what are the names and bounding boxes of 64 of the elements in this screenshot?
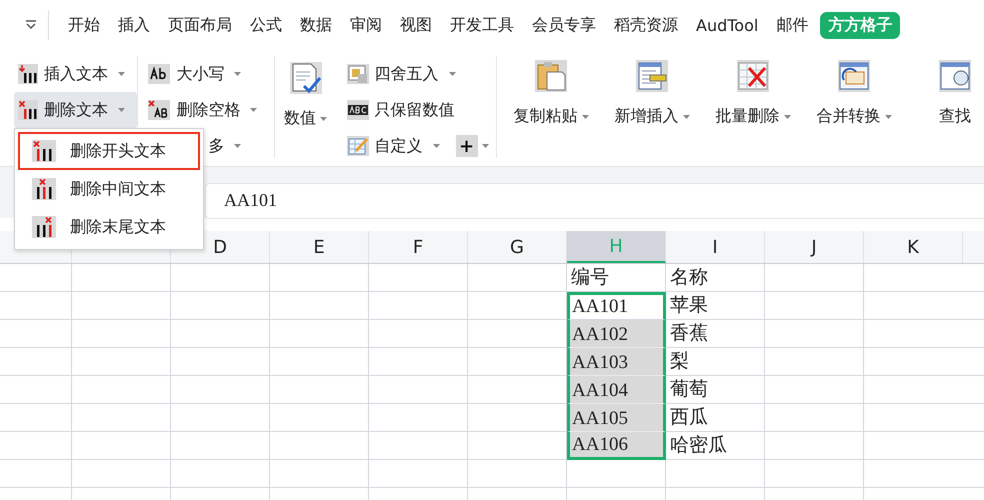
column-header[interactable]: I: [666, 231, 765, 263]
menu-tab[interactable]: 公式: [241, 14, 291, 36]
menu-tab[interactable]: 稻壳资源: [605, 14, 687, 36]
delete-bars-icon: [32, 216, 56, 238]
table-cell: 哈密瓜: [666, 432, 765, 460]
ribbon-button[interactable]: 删除文本: [14, 92, 138, 128]
plus-button[interactable]: +: [456, 135, 478, 157]
ribbon-button[interactable]: 大小写: [144, 56, 274, 92]
menu-tab[interactable]: 页面布局: [159, 14, 241, 36]
sheet-delete-icon: [737, 60, 770, 92]
ribbon-button[interactable]: 自定义: [342, 128, 444, 164]
sheet-convert-icon: [838, 60, 870, 92]
number-button[interactable]: 数值: [274, 56, 337, 166]
delete-bars-icon: [32, 178, 56, 200]
table-cell: 香蕉: [666, 320, 765, 348]
table-cell: AA102: [567, 320, 666, 348]
ribbon-button[interactable]: 合并转换: [804, 56, 905, 166]
table-cell: 编号: [567, 264, 666, 292]
table-cell: 名称: [666, 264, 765, 292]
table-cell: 葡萄: [666, 376, 765, 404]
pencil-sheet-icon: [346, 136, 369, 156]
table-cell: 苹果: [666, 292, 765, 320]
menu-tab[interactable]: 开始: [59, 14, 109, 36]
column-header[interactable]: F: [369, 231, 468, 263]
menu-tab[interactable]: 数据: [291, 14, 341, 36]
table-cell: 梨: [666, 348, 765, 376]
menu-tab[interactable]: 审阅: [341, 14, 391, 36]
menu-item[interactable]: 删除开头文本: [18, 132, 200, 170]
ribbon-button[interactable]: 新增插入: [602, 56, 703, 166]
ribbon-button[interactable]: 查找: [904, 56, 984, 166]
table-cell: AA104: [567, 376, 666, 404]
abc-text-icon: [346, 100, 369, 120]
ribbon-button[interactable]: 只保留数值: [342, 92, 459, 128]
document-check-icon: [290, 62, 322, 94]
ribbon-button[interactable]: 复制粘贴: [500, 56, 602, 166]
ribbon-button[interactable]: 四舍五入: [342, 56, 460, 92]
insert-bars-icon: [18, 64, 38, 84]
ribbon-button[interactable]: 批量删除: [702, 56, 804, 166]
letter-case-icon: [148, 64, 170, 84]
delete-bars-icon: [32, 140, 56, 162]
formula-field[interactable]: AA101: [205, 182, 984, 218]
chevron-down-icon[interactable]: [24, 20, 38, 30]
ribbon-button[interactable]: 删除空格: [144, 92, 274, 128]
sheet-search-icon: [939, 60, 972, 92]
column-header[interactable]: J: [765, 231, 864, 263]
table-cell: AA105: [567, 404, 666, 432]
menu-tab[interactable]: 开发工具: [441, 14, 523, 36]
clipboard-icon: [535, 60, 568, 92]
delete-bars-icon: [18, 100, 38, 120]
menu-tab[interactable]: 会员专享: [523, 14, 605, 36]
menu-item[interactable]: 删除中间文本: [18, 170, 200, 208]
percent-sheet-icon: [346, 64, 369, 84]
delete-space-icon: [148, 100, 170, 120]
table-cell: AA103: [567, 348, 666, 376]
sheet-insert-icon: [636, 60, 668, 92]
column-header[interactable]: E: [270, 231, 369, 263]
menu-tab[interactable]: 邮件: [767, 14, 818, 36]
menu-tab[interactable]: 插入: [109, 14, 159, 36]
column-header[interactable]: K: [864, 231, 963, 263]
table-cell: AA106: [567, 432, 666, 460]
table-cell: 西瓜: [666, 404, 765, 432]
menu-tab[interactable]: AudTool: [687, 16, 768, 34]
menu-tab[interactable]: 视图: [391, 14, 441, 36]
ribbon-button[interactable]: 插入文本: [14, 56, 138, 92]
